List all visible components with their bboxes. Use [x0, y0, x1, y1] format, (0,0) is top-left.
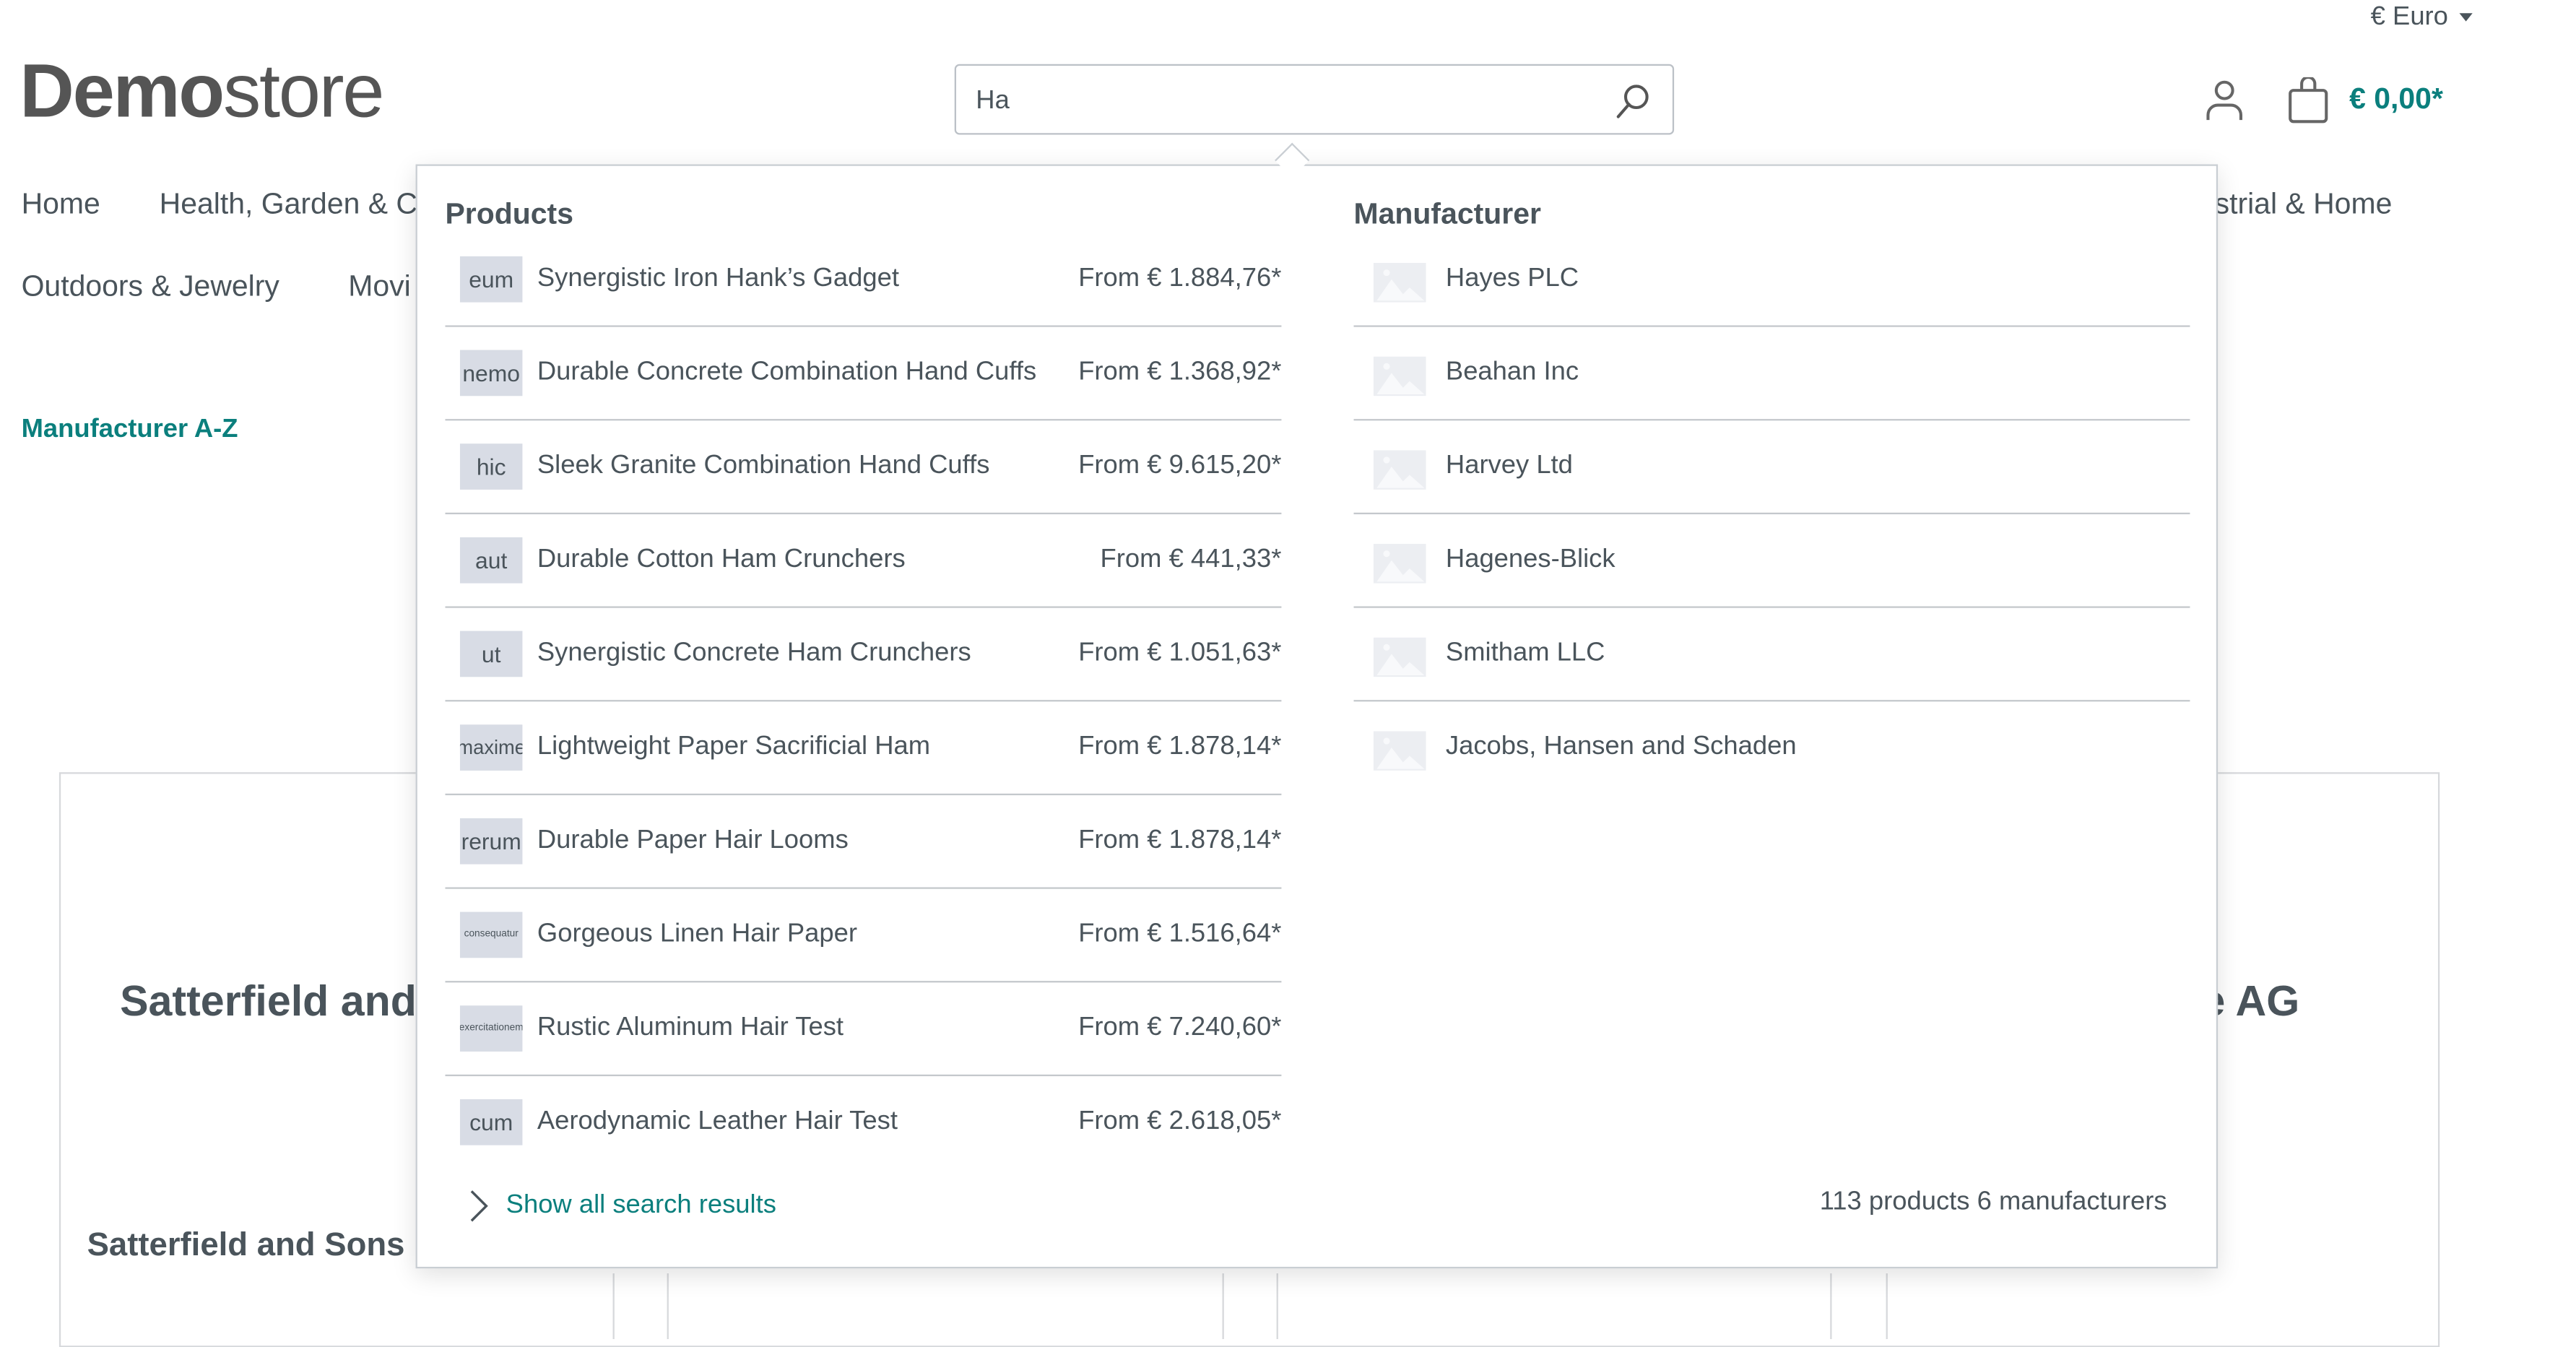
product-suggestion[interactable]: aut Durable Cotton Ham Crunchers From € 44…: [445, 514, 1281, 608]
product-name: Sleek Granite Combination Hand Cuffs: [537, 451, 990, 480]
product-price: From € 1.051,63*: [1078, 638, 1282, 667]
image-placeholder-icon: [1373, 543, 1426, 584]
product-thumbnail: cum: [459, 1099, 523, 1145]
product-suggestion[interactable]: nemo Durable Concrete Combination Hand Cu…: [445, 327, 1281, 421]
currency-label: € Euro: [2370, 3, 2448, 32]
cart-total[interactable]: € 0,00*: [2349, 82, 2443, 117]
product-price: From € 441,33*: [1100, 545, 1282, 573]
products-heading: Products: [445, 196, 573, 230]
product-price: From € 9.615,20*: [1078, 451, 1282, 480]
nav-item-movies[interactable]: Movi: [348, 269, 410, 304]
logo-bold: Demo: [19, 47, 225, 134]
product-suggestion[interactable]: eum Synergistic Iron Hank’s Gadget From € …: [445, 233, 1281, 327]
divider: [1222, 1273, 1224, 1340]
caret-down-icon: [2459, 13, 2473, 22]
product-name: Aerodynamic Leather Hair Test: [537, 1107, 898, 1135]
product-suggestion[interactable]: hic Sleek Granite Combination Hand Cuffs F…: [445, 420, 1282, 515]
nav-item-health-garden[interactable]: Health, Garden & C: [160, 187, 417, 222]
divider: [1830, 1273, 1832, 1340]
product-suggestion[interactable]: cum Aerodynamic Leather Hair Test From € 2…: [445, 1076, 1281, 1170]
product-suggestion[interactable]: ut Synergistic Concrete Ham Crunchers From…: [445, 608, 1281, 702]
manufacturer-name: Harvey Ltd: [1445, 451, 1573, 480]
show-all-label: Show all search results: [506, 1191, 776, 1219]
nav-item-home[interactable]: Home: [22, 187, 100, 222]
image-placeholder-icon: [1373, 356, 1426, 397]
search-suggest-dropdown: Products Manufacturer eum Synergistic Iro…: [415, 164, 2219, 1269]
manufacturer-name: Beahan Inc: [1445, 358, 1579, 386]
product-name: Rustic Aluminum Hair Test: [537, 1013, 844, 1042]
image-placeholder-icon: [1373, 637, 1426, 677]
manufacturer-suggestion[interactable]: Jacobs, Hansen and Schaden: [1354, 701, 2190, 795]
product-thumbnail: eum: [459, 256, 523, 303]
nav-item-outdoors-jewelry[interactable]: Outdoors & Jewelry: [22, 269, 279, 304]
cart-icon[interactable]: [2287, 77, 2330, 124]
product-price: From € 1.884,76*: [1078, 264, 1282, 293]
product-name: Synergistic Iron Hank’s Gadget: [537, 264, 899, 293]
nav-item-industrial-home[interactable]: ustrial & Home: [2198, 187, 2393, 222]
manufacturer-heading: Manufacturer: [1353, 196, 1541, 230]
manufacturer-suggestion[interactable]: Hayes PLC: [1353, 233, 2190, 327]
product-suggestion[interactable]: exercitationem Rustic Aluminum Hair Test F…: [445, 982, 1282, 1077]
product-suggestion[interactable]: rerum Durable Paper Hair Looms From € 1.87…: [445, 795, 1281, 889]
product-price: From € 2.618,05*: [1078, 1107, 1282, 1135]
product-name: Durable Cotton Ham Crunchers: [537, 545, 906, 573]
breadcrumb[interactable]: Manufacturer A-Z: [22, 416, 238, 446]
result-counts: 113 products 6 manufacturers: [1819, 1187, 2167, 1216]
product-price: From € 1.878,14*: [1078, 826, 1282, 854]
search-box: [954, 64, 1675, 135]
account-icon[interactable]: [2205, 79, 2245, 121]
product-price: From € 1.516,64*: [1078, 919, 1282, 948]
product-thumbnail: nemo: [459, 350, 523, 397]
product-thumbnail: consequatur: [459, 911, 523, 958]
manufacturer-name: Smitham LLC: [1445, 638, 1605, 667]
manufacturer-suggestion[interactable]: Beahan Inc: [1353, 327, 2190, 421]
product-name: Synergistic Concrete Ham Crunchers: [537, 638, 971, 667]
product-thumbnail: ut: [459, 631, 523, 677]
divider: [612, 1273, 615, 1340]
image-placeholder-icon: [1373, 262, 1426, 303]
show-all-results-link[interactable]: Show all search results: [467, 1188, 776, 1224]
card-heading-left: Satterfield and: [120, 976, 417, 1026]
product-thumbnail: exercitationem: [459, 1005, 523, 1052]
product-thumbnail: maxime: [459, 724, 523, 771]
product-thumbnail: hic: [459, 443, 523, 490]
currency-dropdown[interactable]: € Euro: [2371, 4, 2473, 33]
product-name: Lightweight Paper Sacrificial Ham: [537, 732, 931, 761]
manufacturer-suggestion[interactable]: Smitham LLC: [1353, 608, 2190, 702]
manufacturer-name: Hayes PLC: [1445, 264, 1579, 293]
product-thumbnail: aut: [459, 537, 523, 584]
image-placeholder-icon: [1373, 731, 1426, 771]
logo-light: store: [222, 47, 385, 134]
product-price: From € 7.240,60*: [1078, 1013, 1282, 1042]
search-icon[interactable]: [1613, 82, 1653, 122]
product-name: Durable Paper Hair Looms: [537, 826, 849, 854]
divider: [667, 1273, 669, 1340]
product-name: Durable Concrete Combination Hand Cuffs: [537, 358, 1037, 386]
manufacturer-suggestion[interactable]: Harvey Ltd: [1353, 420, 2190, 515]
image-placeholder-icon: [1373, 450, 1426, 490]
product-thumbnail: rerum: [459, 818, 523, 865]
manufacturer-name: Hagenes-Blick: [1445, 545, 1616, 573]
chevron-right-icon: [470, 1190, 488, 1222]
product-name: Gorgeous Linen Hair Paper: [537, 919, 858, 948]
search-input[interactable]: [972, 85, 1604, 118]
logo[interactable]: Demostore: [19, 46, 385, 135]
divider: [1886, 1273, 1888, 1340]
card-subheading: Satterfield and Sons: [87, 1227, 405, 1264]
product-suggestion[interactable]: consequatur Gorgeous Linen Hair Paper From…: [445, 889, 1281, 983]
divider: [1276, 1273, 1278, 1340]
product-price: From € 1.368,92*: [1078, 358, 1282, 386]
manufacturer-suggestion[interactable]: Hagenes-Blick: [1353, 514, 2190, 608]
product-suggestion[interactable]: maxime Lightweight Paper Sacrificial Ham F…: [445, 701, 1282, 796]
product-price: From € 1.878,14*: [1078, 732, 1282, 761]
manufacturer-name: Jacobs, Hansen and Schaden: [1445, 732, 1797, 761]
